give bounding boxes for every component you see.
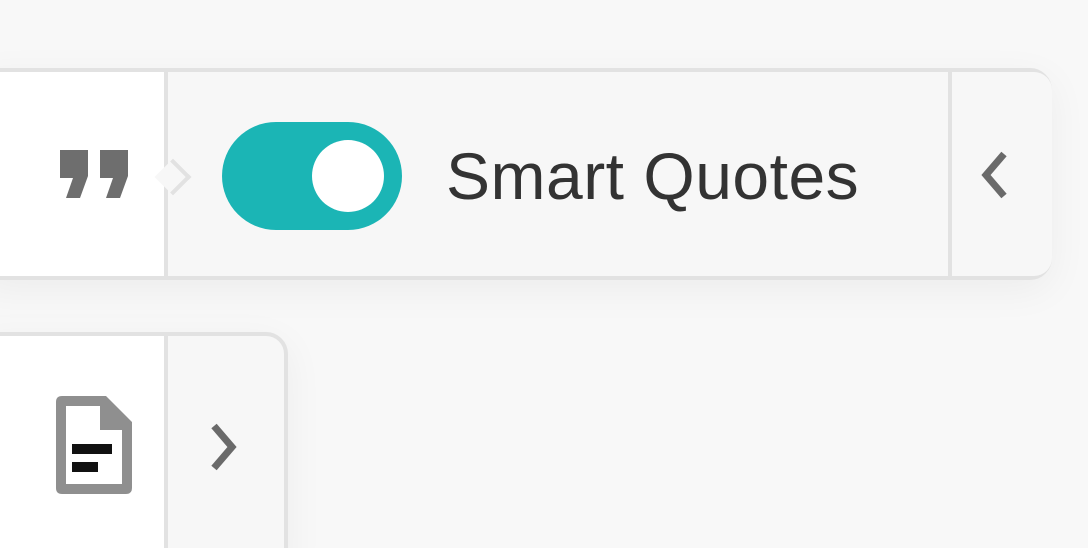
chevron-left-icon: [981, 151, 1007, 199]
document-icon: [56, 396, 132, 494]
document-tool-button[interactable]: [0, 336, 168, 548]
toggle-knob: [312, 140, 384, 212]
smart-quotes-toggle[interactable]: [222, 122, 402, 230]
smart-quotes-panel: Smart Quotes: [0, 68, 1052, 280]
expand-button[interactable]: [168, 336, 284, 548]
document-panel: [0, 332, 288, 548]
collapse-button[interactable]: [948, 72, 1052, 276]
stage: Smart Quotes: [0, 0, 1088, 548]
chevron-right-icon: [211, 423, 237, 471]
quote-icon: [60, 150, 128, 198]
smart-quotes-label: Smart Quotes: [446, 139, 860, 213]
quote-tool-button[interactable]: [0, 72, 168, 276]
